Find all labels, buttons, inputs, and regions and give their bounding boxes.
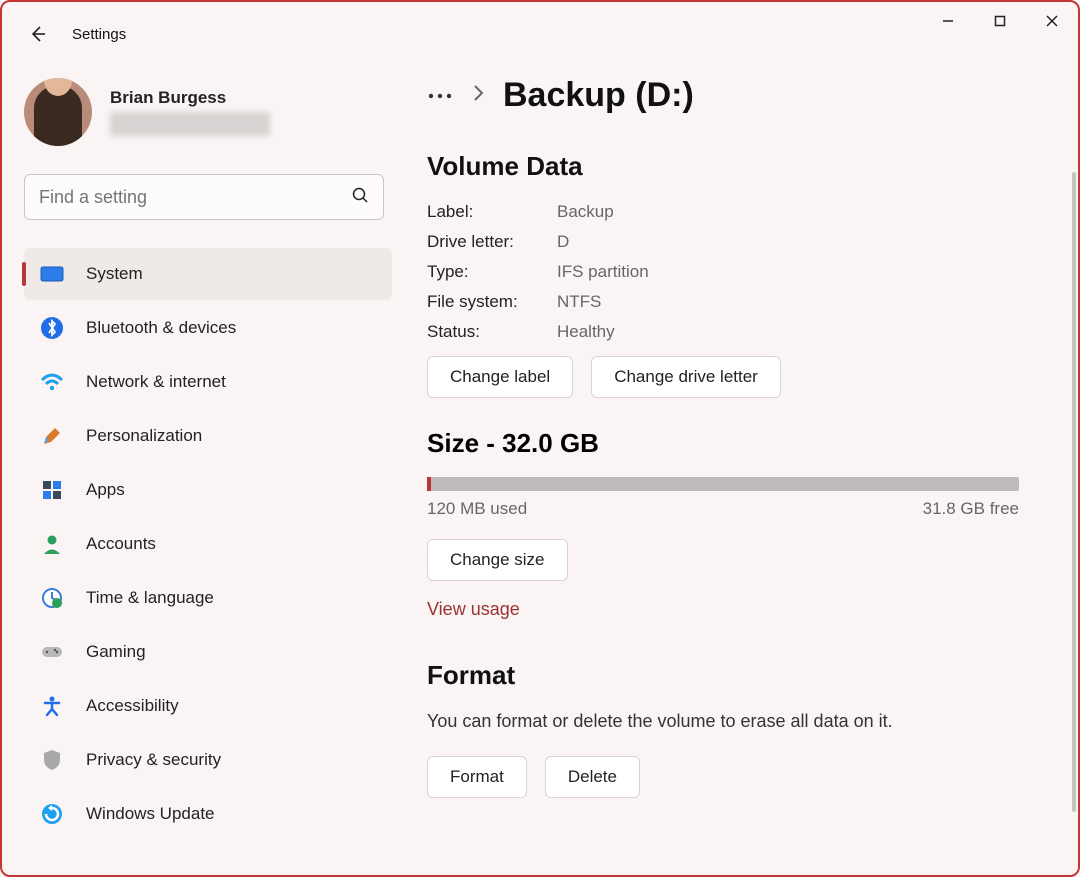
person-icon [40,532,64,556]
paint-icon [40,424,64,448]
usage-bar [427,477,1019,491]
system-icon [40,262,64,286]
size-heading: Size - 32.0 GB [427,428,1038,459]
fs-row: File system: NTFS [427,292,1038,312]
search-input[interactable] [39,187,351,208]
change-label-button[interactable]: Change label [427,356,573,398]
nav-personalization[interactable]: Personalization [24,410,392,462]
avatar [24,78,92,146]
clock-globe-icon [40,586,64,610]
header: Settings [2,2,1078,58]
status-key: Status: [427,322,557,342]
nav-accounts[interactable]: Accounts [24,518,392,570]
search-icon [351,186,369,209]
label-row: Label: Backup [427,202,1038,222]
fs-value: NTFS [557,292,601,312]
usage-bar-used [427,477,431,491]
format-heading: Format [427,660,1038,691]
type-value: IFS partition [557,262,649,282]
label-value: Backup [557,202,614,222]
nav-privacy-security[interactable]: Privacy & security [24,734,392,786]
minimize-button[interactable] [922,2,974,40]
letter-key: Drive letter: [427,232,557,252]
nav-label: Network & internet [86,372,226,392]
search-box[interactable] [24,174,384,220]
scrollbar[interactable] [1072,172,1076,812]
fs-key: File system: [427,292,557,312]
apps-icon [40,478,64,502]
gamepad-icon [40,640,64,664]
nav-label: Accessibility [86,696,179,716]
type-row: Type: IFS partition [427,262,1038,282]
label-key: Label: [427,202,557,222]
user-account-block[interactable]: Brian Burgess [24,78,397,146]
status-row: Status: Healthy [427,322,1038,342]
wifi-icon [40,370,64,394]
nav-label: Personalization [86,426,202,446]
breadcrumb-more-button[interactable] [427,88,453,103]
window-controls [922,2,1078,40]
user-email-redacted [110,112,270,136]
view-usage-link[interactable]: View usage [427,599,520,620]
nav-label: System [86,264,143,284]
close-button[interactable] [1026,2,1078,40]
nav-label: Privacy & security [86,750,221,770]
type-key: Type: [427,262,557,282]
volume-data-heading: Volume Data [427,151,1038,182]
nav-label: Time & language [86,588,214,608]
back-button[interactable] [24,20,52,48]
nav-bluetooth[interactable]: Bluetooth & devices [24,302,392,354]
change-drive-letter-button[interactable]: Change drive letter [591,356,781,398]
nav-accessibility[interactable]: Accessibility [24,680,392,732]
nav-network[interactable]: Network & internet [24,356,392,408]
nav-label: Accounts [86,534,156,554]
maximize-button[interactable] [974,2,1026,40]
nav-label: Bluetooth & devices [86,318,236,338]
nav-label: Gaming [86,642,146,662]
nav-gaming[interactable]: Gaming [24,626,392,678]
delete-button[interactable]: Delete [545,756,640,798]
chevron-right-icon [471,83,485,108]
user-name: Brian Burgess [110,88,270,108]
update-icon [40,802,64,826]
nav-windows-update[interactable]: Windows Update [24,788,392,840]
ellipsis-icon [427,88,453,103]
nav-system[interactable]: System [24,248,392,300]
drive-letter-row: Drive letter: D [427,232,1038,252]
free-label: 31.8 GB free [923,499,1019,519]
app-title: Settings [72,26,126,43]
nav-label: Apps [86,480,125,500]
nav-list: System Bluetooth & devices Network & int… [24,248,397,840]
format-button[interactable]: Format [427,756,527,798]
format-description: You can format or delete the volume to e… [427,711,1038,732]
accessibility-icon [40,694,64,718]
bluetooth-icon [40,316,64,340]
shield-icon [40,748,64,772]
breadcrumb: Backup (D:) [427,76,1038,115]
main-content: Backup (D:) Volume Data Label: Backup Dr… [397,58,1078,877]
sidebar: Brian Burgess System Bluetooth & devices… [2,58,397,877]
page-title: Backup (D:) [503,76,694,115]
status-value: Healthy [557,322,615,342]
nav-time-language[interactable]: Time & language [24,572,392,624]
used-label: 120 MB used [427,499,527,519]
change-size-button[interactable]: Change size [427,539,568,581]
nav-label: Windows Update [86,804,215,824]
nav-apps[interactable]: Apps [24,464,392,516]
usage-labels: 120 MB used 31.8 GB free [427,499,1019,519]
letter-value: D [557,232,569,252]
